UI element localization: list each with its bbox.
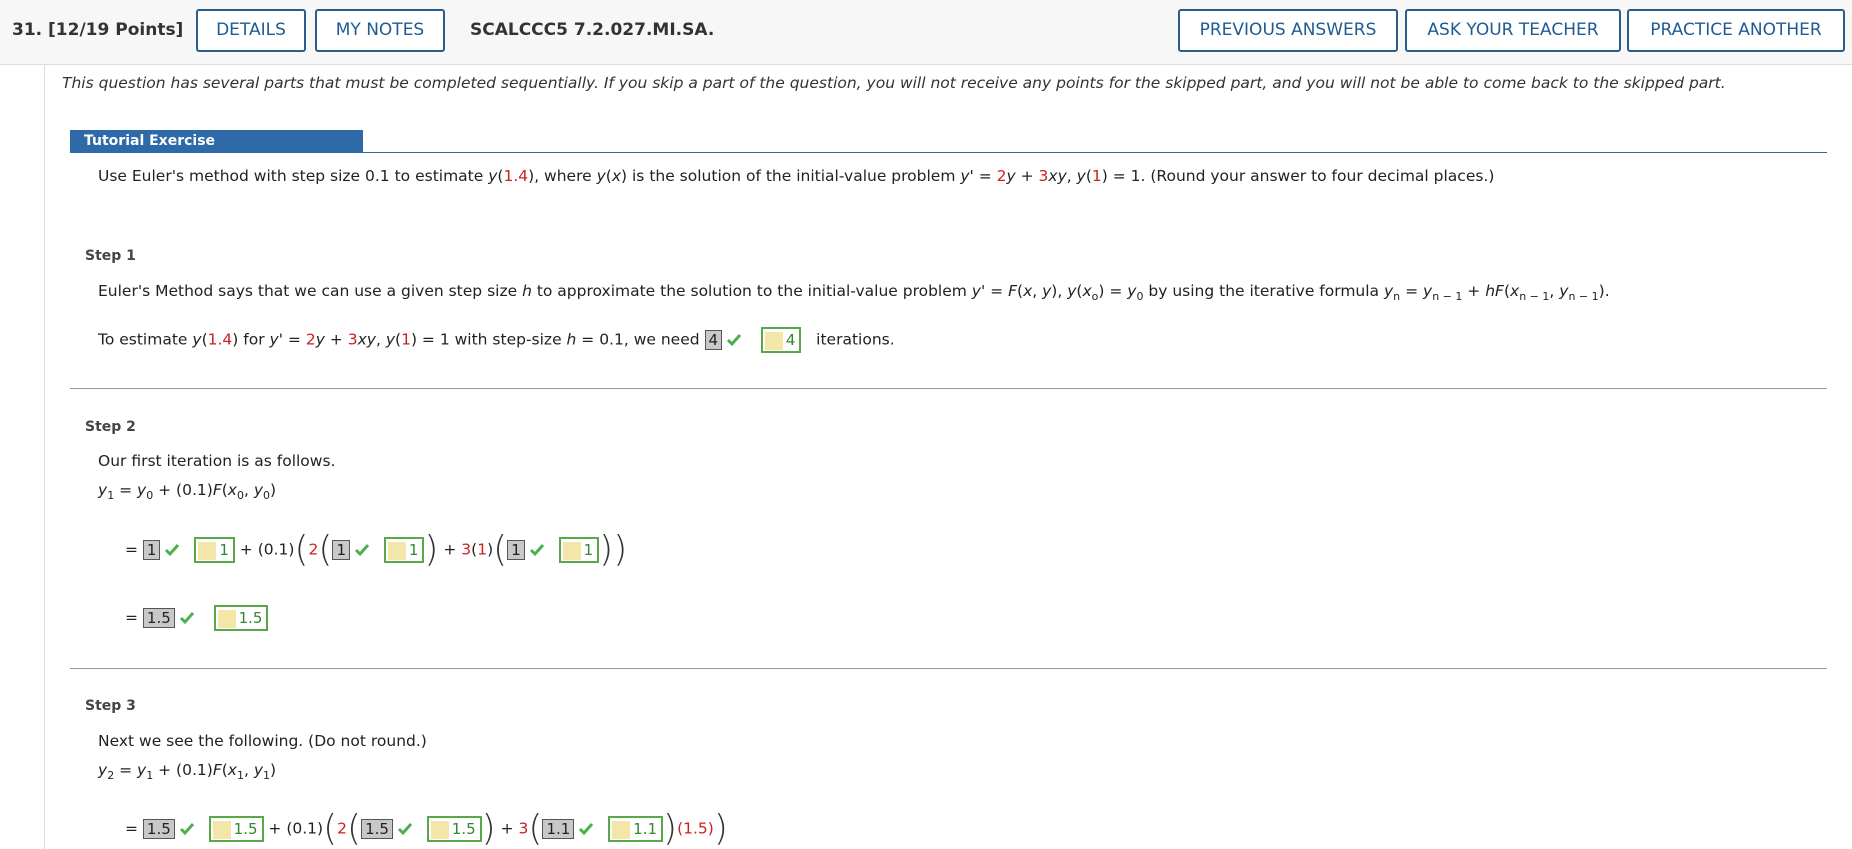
step3-formula: y2 = y1 + (0.1)F(x1, y1) <box>98 761 277 783</box>
divider <box>70 668 1827 669</box>
question-code: SCALCCC5 7.2.027.MI.SA. <box>470 20 715 40</box>
check-icon <box>165 544 180 557</box>
step1-intro: Euler's Method says that we can use a gi… <box>98 282 1610 304</box>
problem-statement: Use Euler's method with step size 0.1 to… <box>98 167 1495 185</box>
ask-teacher-button[interactable]: ASK YOUR TEACHER <box>1405 9 1621 52</box>
step2-formula: y1 = y0 + (0.1)F(x0, y0) <box>98 481 277 503</box>
answer-key: 4 <box>760 327 802 353</box>
tutorial-label: Tutorial Exercise <box>70 130 363 152</box>
step2-intro: Our first iteration is as follows. <box>98 452 336 470</box>
check-icon <box>179 823 194 836</box>
answer-key: 1 <box>558 537 600 563</box>
check-icon <box>179 612 194 625</box>
answer-field[interactable]: 1 <box>507 540 525 560</box>
answer-field[interactable]: 1 <box>142 540 161 560</box>
question-header: 31. [12/19 Points] DETAILS MY NOTES SCAL… <box>0 0 1852 65</box>
check-icon <box>354 544 370 557</box>
step3-title: Step 3 <box>85 698 136 714</box>
answer-field[interactable]: 1.5 <box>142 819 175 839</box>
key-icon <box>217 609 236 628</box>
answer-key: 1.5 <box>426 816 482 842</box>
answer-field[interactable]: 1.5 <box>361 819 393 839</box>
step2-title: Step 2 <box>85 419 136 435</box>
check-icon <box>529 544 544 557</box>
answer-field[interactable]: 1.1 <box>542 819 575 839</box>
previous-answers-button[interactable]: PREVIOUS ANSWERS <box>1178 9 1398 52</box>
step3-intro: Next we see the following. (Do not round… <box>98 732 427 750</box>
check-icon <box>397 823 413 836</box>
step2-line1: = 1 1 + (0.1)(2(1 1) + 3(1)(1 1)) <box>125 529 628 570</box>
details-button[interactable]: DETAILS <box>196 9 306 52</box>
answer-field[interactable]: 1.5 <box>142 608 175 628</box>
step3-tail: (1.5) <box>677 819 714 838</box>
question-points: 31. [12/19 Points] <box>12 20 184 40</box>
key-icon <box>430 820 449 839</box>
key-icon <box>612 820 631 839</box>
answer-field[interactable]: 1 <box>332 540 350 560</box>
key-icon <box>387 541 406 560</box>
tutorial-rule <box>70 152 1827 153</box>
key-icon <box>562 541 581 560</box>
answer-key: 1 <box>194 537 235 563</box>
answer-key: 1.1 <box>608 816 664 842</box>
sequential-notice: This question has several parts that mus… <box>62 74 1726 92</box>
answer-key: 1 <box>383 537 425 563</box>
divider <box>70 388 1827 389</box>
check-icon <box>579 823 594 836</box>
key-icon <box>764 331 783 350</box>
key-icon <box>198 541 217 560</box>
step3-line1: = 1.5 1.5 + (0.1)(2(1.5 1.5) + 3(1.1 1.1… <box>125 808 728 849</box>
answer-key: 1.5 <box>213 605 269 631</box>
step1-title: Step 1 <box>85 248 136 264</box>
left-rule <box>44 64 45 849</box>
step2-result: = 1.5 1.5 <box>125 605 269 631</box>
my-notes-button[interactable]: MY NOTES <box>315 9 445 52</box>
check-icon <box>727 334 742 347</box>
practice-another-button[interactable]: PRACTICE ANOTHER <box>1627 9 1845 52</box>
answer-field[interactable]: 4 <box>704 330 723 350</box>
step1-estimate: To estimate y(1.4) for y' = 2y + 3xy, y(… <box>98 327 895 353</box>
answer-key: 1.5 <box>208 816 264 842</box>
key-icon <box>212 820 231 839</box>
